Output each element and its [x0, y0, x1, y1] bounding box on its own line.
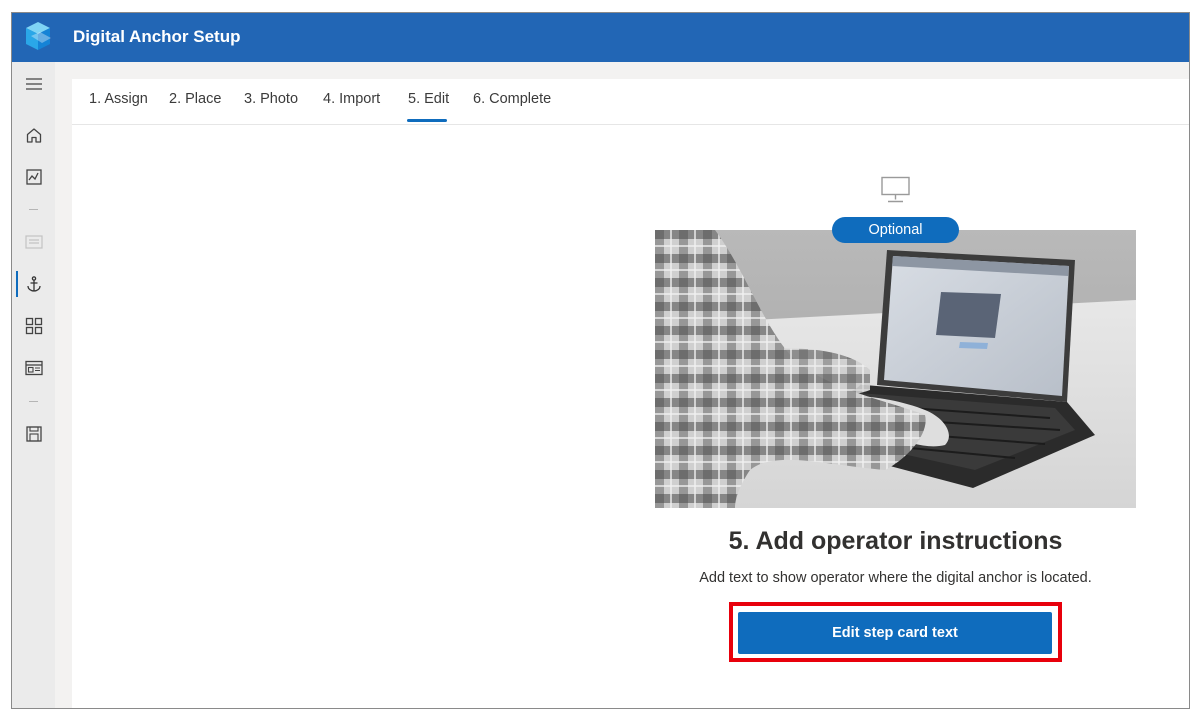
step-description: Add text to show operator where the digi…: [699, 570, 1092, 586]
monitor-icon: [881, 176, 910, 203]
active-tab-underline: [407, 119, 447, 122]
optional-badge: Optional: [832, 217, 959, 243]
app-window: Digital Anchor Setup 1. Assign 2. Place …: [11, 12, 1190, 709]
hamburger-menu-icon[interactable]: [12, 66, 55, 102]
edit-step-card-text-button[interactable]: Edit step card text: [738, 612, 1052, 654]
home-icon[interactable]: [12, 117, 55, 153]
tab-place[interactable]: 2. Place: [169, 91, 221, 107]
tab-assign[interactable]: 1. Assign: [89, 91, 148, 107]
analytics-icon[interactable]: [12, 159, 55, 195]
grid-icon[interactable]: [12, 308, 55, 344]
step-heading: 5. Add operator instructions: [728, 527, 1063, 555]
dashboard-icon[interactable]: [12, 350, 55, 386]
laptop-illustration: [655, 230, 1136, 508]
step-tabs: 1. Assign 2. Place 3. Photo 4. Import 5.…: [72, 79, 1189, 125]
anchor-icon[interactable]: [12, 266, 55, 302]
tab-edit[interactable]: 5. Edit: [408, 91, 449, 107]
tab-import[interactable]: 4. Import: [323, 91, 380, 107]
main-content: 1. Assign 2. Place 3. Photo 4. Import 5.…: [72, 79, 1189, 708]
tab-complete[interactable]: 6. Complete: [473, 91, 551, 107]
nav-divider: [29, 209, 38, 210]
tab-photo[interactable]: 3. Photo: [244, 91, 298, 107]
app-title: Digital Anchor Setup: [73, 27, 241, 46]
save-icon[interactable]: [12, 416, 55, 452]
title-bar: Digital Anchor Setup: [12, 13, 1189, 62]
nav-rail: [12, 62, 55, 708]
guides-icon[interactable]: [12, 224, 55, 260]
nav-divider: [29, 401, 38, 402]
app-logo-icon: [26, 22, 51, 50]
